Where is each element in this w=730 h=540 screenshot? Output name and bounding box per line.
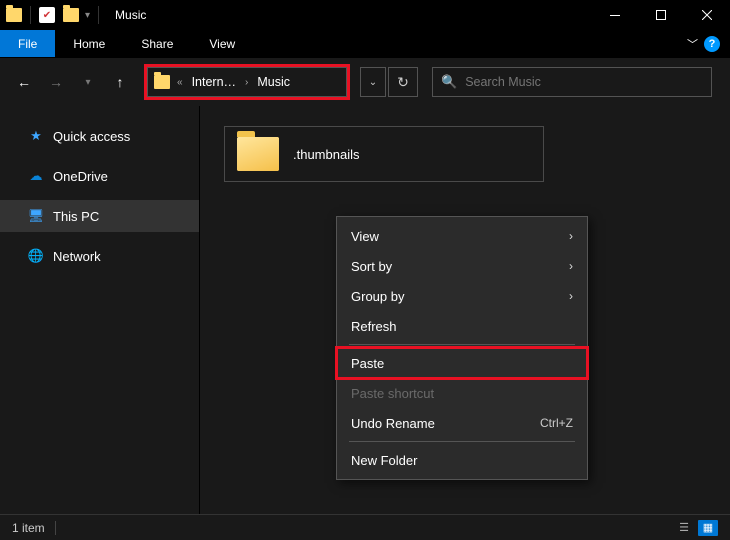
quick-access-toolbar-icon[interactable]: ✔ bbox=[39, 7, 55, 23]
address-bar[interactable]: « Intern… › Music bbox=[147, 67, 347, 97]
chevron-right-icon: › bbox=[569, 289, 573, 303]
maximize-button[interactable] bbox=[638, 0, 684, 30]
folder-item[interactable]: .thumbnails bbox=[224, 126, 544, 182]
status-bar: 1 item ☰ ▦ bbox=[0, 514, 730, 540]
title-bar: ✔ ▾ Music bbox=[0, 0, 730, 30]
breadcrumb-segment[interactable]: Intern… bbox=[190, 75, 238, 89]
refresh-button[interactable]: ↻ bbox=[388, 67, 418, 97]
sidebar-item-label: Quick access bbox=[53, 129, 130, 144]
menu-label: Sort by bbox=[351, 259, 392, 274]
search-icon: 🔍 bbox=[441, 74, 457, 90]
menu-label: Undo Rename bbox=[351, 416, 435, 431]
context-menu-view[interactable]: View › bbox=[337, 221, 587, 251]
context-menu-sort-by[interactable]: Sort by › bbox=[337, 251, 587, 281]
separator bbox=[55, 521, 56, 535]
ribbon: File Home Share View ﹀ ? bbox=[0, 30, 730, 58]
monitor-icon: 🖥 bbox=[28, 208, 44, 224]
menu-label: Group by bbox=[351, 289, 404, 304]
menu-label: Refresh bbox=[351, 319, 397, 334]
context-menu-new-folder[interactable]: New Folder bbox=[337, 445, 587, 475]
title-bar-left: ✔ ▾ Music bbox=[0, 6, 146, 24]
folder-icon bbox=[154, 75, 170, 89]
search-input[interactable] bbox=[465, 75, 703, 89]
menu-label: New Folder bbox=[351, 453, 417, 468]
search-box[interactable]: 🔍 bbox=[432, 67, 712, 97]
dropdown-icon[interactable]: ▾ bbox=[85, 10, 90, 21]
sidebar-item-this-pc[interactable]: 🖥 This PC bbox=[0, 200, 199, 232]
context-menu-group-by[interactable]: Group by › bbox=[337, 281, 587, 311]
window-controls bbox=[592, 0, 730, 30]
breadcrumb-segment[interactable]: Music bbox=[255, 75, 292, 89]
window-title: Music bbox=[115, 8, 146, 22]
sidebar-item-quick-access[interactable]: ★ Quick access bbox=[0, 120, 199, 152]
navigation-pane: ★ Quick access ☁ OneDrive 🖥 This PC 🌐 Ne… bbox=[0, 106, 200, 514]
app-icon bbox=[6, 8, 22, 22]
menu-label: Paste bbox=[351, 356, 384, 371]
ribbon-tab-view[interactable]: View bbox=[191, 30, 253, 57]
address-history-button[interactable]: ⌄ bbox=[360, 67, 386, 97]
forward-button[interactable]: → bbox=[42, 68, 70, 96]
menu-shortcut: Ctrl+Z bbox=[540, 416, 573, 430]
minimize-button[interactable] bbox=[592, 0, 638, 30]
sidebar-item-network[interactable]: 🌐 Network bbox=[0, 240, 199, 272]
large-icons-view-button[interactable]: ▦ bbox=[698, 520, 718, 536]
breadcrumb-overflow[interactable]: « bbox=[174, 77, 186, 88]
context-menu: View › Sort by › Group by › Refresh Past… bbox=[336, 216, 588, 480]
globe-icon: 🌐 bbox=[28, 248, 44, 264]
ribbon-tab-home[interactable]: Home bbox=[55, 30, 123, 57]
help-button[interactable]: ? bbox=[704, 36, 720, 52]
ribbon-collapse-icon[interactable]: ﹀ bbox=[687, 36, 698, 52]
file-menu[interactable]: File bbox=[0, 30, 55, 57]
status-text: 1 item bbox=[12, 521, 45, 535]
up-button[interactable]: ↑ bbox=[106, 68, 134, 96]
ribbon-tab-share[interactable]: Share bbox=[123, 30, 191, 57]
context-menu-paste[interactable]: Paste bbox=[337, 348, 587, 378]
context-menu-undo-rename[interactable]: Undo Rename Ctrl+Z bbox=[337, 408, 587, 438]
sidebar-item-label: OneDrive bbox=[53, 169, 108, 184]
chevron-right-icon: › bbox=[569, 229, 573, 243]
sidebar-item-onedrive[interactable]: ☁ OneDrive bbox=[0, 160, 199, 192]
recent-locations-button[interactable]: ▾ bbox=[74, 68, 102, 96]
star-icon: ★ bbox=[28, 128, 44, 144]
folder-icon bbox=[63, 8, 79, 22]
context-menu-paste-shortcut: Paste shortcut bbox=[337, 378, 587, 408]
address-bar-highlight: « Intern… › Music bbox=[144, 64, 350, 100]
back-button[interactable]: ← bbox=[10, 68, 38, 96]
menu-label: Paste shortcut bbox=[351, 386, 434, 401]
cloud-icon: ☁ bbox=[28, 168, 44, 184]
navigation-bar: ← → ▾ ↑ « Intern… › Music ⌄ ↻ 🔍 bbox=[0, 58, 730, 106]
menu-separator bbox=[349, 441, 575, 442]
sidebar-item-label: This PC bbox=[53, 209, 99, 224]
details-view-button[interactable]: ☰ bbox=[674, 520, 694, 536]
menu-separator bbox=[349, 344, 575, 345]
separator bbox=[30, 6, 31, 24]
sidebar-item-label: Network bbox=[53, 249, 101, 264]
close-button[interactable] bbox=[684, 0, 730, 30]
chevron-right-icon: › bbox=[569, 259, 573, 273]
separator bbox=[98, 6, 99, 24]
folder-icon bbox=[237, 137, 279, 171]
context-menu-refresh[interactable]: Refresh bbox=[337, 311, 587, 341]
menu-label: View bbox=[351, 229, 379, 244]
item-name: .thumbnails bbox=[293, 147, 359, 162]
chevron-right-icon[interactable]: › bbox=[242, 77, 251, 88]
